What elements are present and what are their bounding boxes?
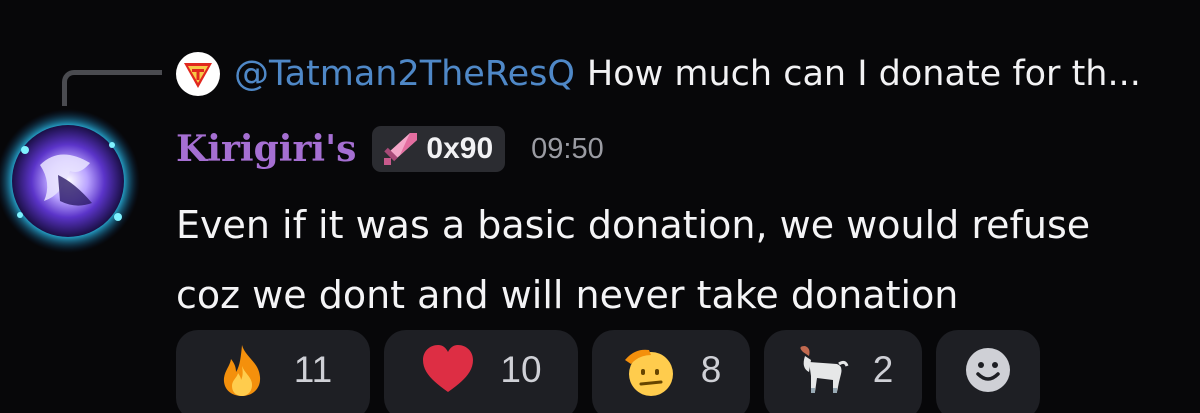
reaction-count: 11 (293, 349, 333, 390)
author-username[interactable]: Kirigiri's (176, 128, 356, 170)
reactions-bar: 11 10 8 2 (176, 330, 1054, 413)
role-tag-label: 0x90 (426, 132, 494, 165)
fire-icon (214, 342, 270, 398)
message-content: Even if it was a basic donation, we woul… (176, 190, 1186, 330)
reaction-fire[interactable]: 11 (176, 330, 370, 413)
author-avatar[interactable] (0, 105, 140, 257)
message-line: coz we dont and will never take donation (176, 273, 959, 317)
reaction-heart[interactable]: 10 (384, 330, 578, 413)
smiley-add-reaction-icon (960, 342, 1016, 398)
goat-icon (793, 342, 849, 398)
message-line: Even if it was a basic donation, we woul… (176, 203, 1091, 247)
message-header: Kirigiri's 0x90 09:50 (176, 124, 604, 174)
reply-preview-text[interactable]: How much can I donate for th... (587, 54, 1141, 94)
saluting-face-icon (621, 342, 677, 398)
reply-preview[interactable]: @Tatman2TheResQ How much can I donate fo… (176, 52, 1141, 96)
message-timestamp[interactable]: 09:50 (531, 133, 604, 166)
pink-sword-icon (380, 130, 420, 168)
reaction-salute[interactable]: 8 (592, 330, 750, 413)
reaction-goat[interactable]: 2 (764, 330, 922, 413)
reply-connector-line (62, 70, 162, 106)
reply-author-mention[interactable]: @Tatman2TheResQ (234, 54, 575, 94)
reaction-count: 10 (500, 349, 542, 390)
red-triangle-logo-icon (176, 52, 220, 96)
reaction-count: 2 (872, 349, 894, 390)
reaction-count: 8 (700, 349, 722, 390)
heart-icon (420, 342, 476, 398)
role-tag[interactable]: 0x90 (372, 126, 506, 172)
add-reaction-button[interactable] (936, 330, 1040, 413)
